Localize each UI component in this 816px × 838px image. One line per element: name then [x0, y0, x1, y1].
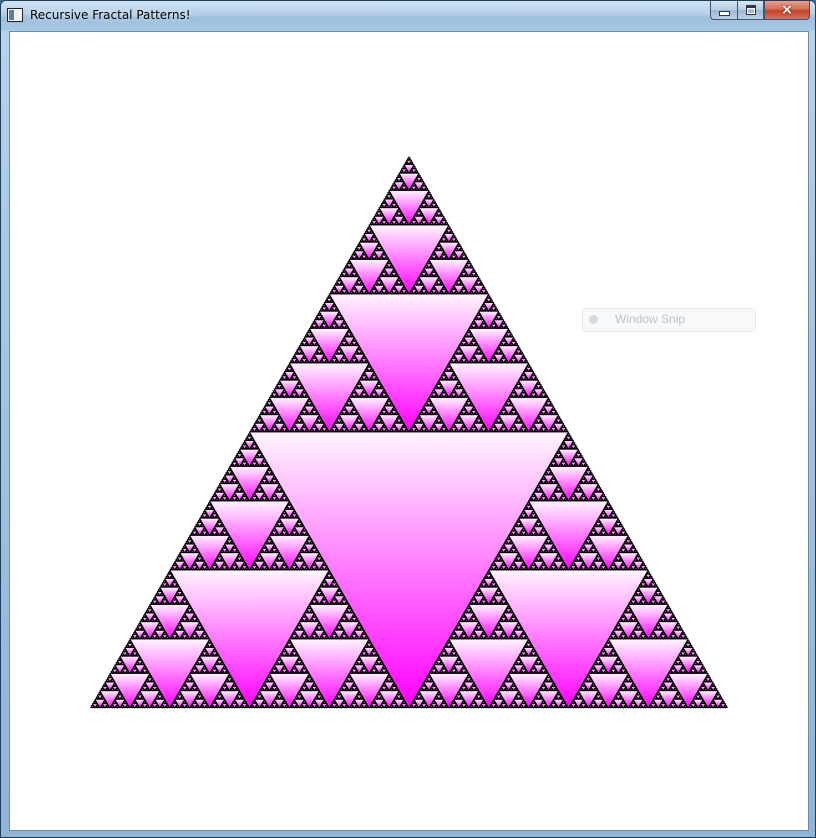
minimize-button[interactable]	[710, 1, 737, 20]
window-snip-overlay: Window Snip	[582, 308, 756, 332]
app-window-icon[interactable]	[7, 8, 23, 22]
snip-icon	[589, 315, 598, 324]
caption-buttons: ×	[710, 1, 810, 21]
close-icon: ×	[781, 2, 793, 18]
app-window: Recursive Fractal Patterns! × Window Sni…	[0, 0, 816, 838]
sierpinski-triangle	[90, 156, 728, 709]
drawing-canvas: Window Snip	[9, 31, 809, 831]
minimize-icon	[718, 10, 730, 16]
maximize-button[interactable]	[737, 1, 764, 20]
maximize-icon	[745, 5, 756, 15]
window-title: Recursive Fractal Patterns!	[30, 8, 191, 22]
title-bar[interactable]: Recursive Fractal Patterns! ×	[1, 1, 815, 31]
window-snip-label: Window Snip	[615, 312, 686, 326]
close-button[interactable]: ×	[764, 1, 810, 20]
